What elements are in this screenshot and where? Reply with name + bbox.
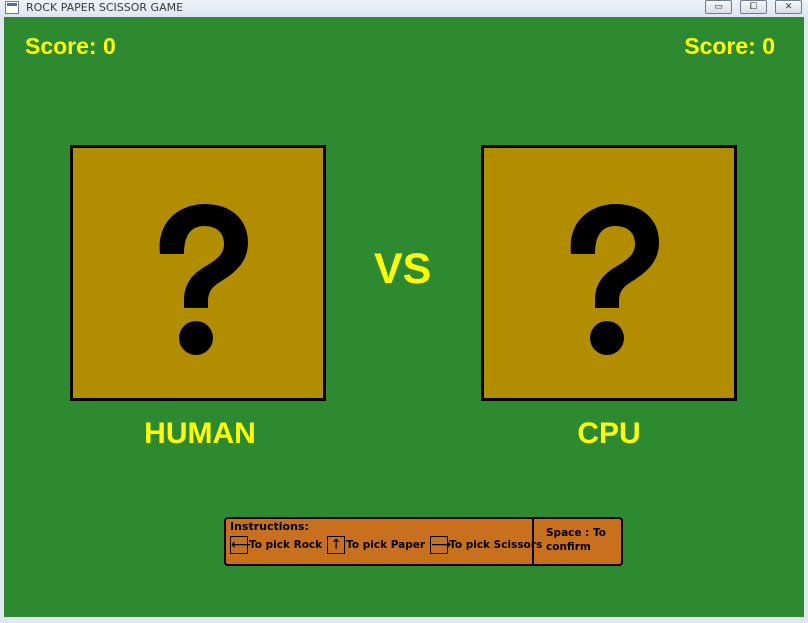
human-choice-card bbox=[70, 145, 326, 401]
left-arrow-key-icon: ⟵ bbox=[230, 536, 252, 554]
instructions-panel: Instructions: ⟵ To pick Rock ↑ To pick P… bbox=[224, 517, 623, 566]
cpu-label: CPU bbox=[577, 417, 641, 450]
minimize-button[interactable]: ▭ bbox=[705, 0, 732, 14]
cpu-choice-card bbox=[481, 145, 737, 401]
right-arrow-key-icon: ⟶ bbox=[430, 536, 452, 554]
instruction-paper-text: To pick Paper bbox=[346, 539, 426, 551]
question-mark-icon bbox=[570, 204, 659, 355]
title-bar: ROCK PAPER SCISSOR GAME ▭ ⧠ ✕ bbox=[0, 0, 808, 17]
instructions-keys-section: Instructions: ⟵ To pick Rock ↑ To pick P… bbox=[226, 519, 542, 564]
instruction-rock: ⟵ To pick Rock bbox=[230, 536, 322, 554]
maximize-button[interactable]: ⧠ bbox=[740, 0, 767, 14]
instruction-scissors: ⟶ To pick Scissors bbox=[430, 536, 542, 554]
human-label: HUMAN bbox=[144, 417, 256, 450]
instruction-paper: ↑ To pick Paper bbox=[327, 536, 425, 554]
instructions-title: Instructions: bbox=[230, 520, 309, 533]
game-canvas[interactable]: Score: 0 Score: 0 VS HUMAN CPU Instructi… bbox=[4, 17, 804, 617]
question-mark-icon bbox=[159, 204, 248, 355]
instruction-rock-text: To pick Rock bbox=[249, 539, 323, 551]
up-arrow-key-icon: ↑ bbox=[327, 536, 346, 554]
vs-label: VS bbox=[374, 245, 432, 293]
window-title: ROCK PAPER SCISSOR GAME bbox=[26, 1, 184, 14]
instruction-scissors-text: To pick Scissors bbox=[449, 539, 543, 551]
cpu-score: Score: 0 bbox=[684, 33, 775, 59]
instructions-row: ⟵ To pick Rock ↑ To pick Paper ⟶ To pick… bbox=[230, 536, 547, 554]
close-button[interactable]: ✕ bbox=[775, 0, 802, 14]
confirm-instruction: Space : To confirm bbox=[546, 527, 607, 553]
human-score: Score: 0 bbox=[25, 33, 116, 59]
app-icon bbox=[5, 1, 19, 14]
